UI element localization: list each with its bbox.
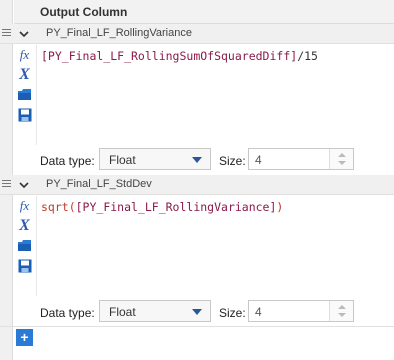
open-folder-icon[interactable] (16, 86, 33, 103)
field-name: PY_Final_LF_RollingVariance (46, 27, 192, 39)
field-row-rolling-variance[interactable]: PY_Final_LF_RollingVariance (0, 24, 394, 44)
dropdown-arrow-icon (192, 309, 202, 315)
header-title: Output Column (40, 5, 128, 19)
data-type-select[interactable]: Float (99, 148, 211, 170)
dropdown-arrow-icon (192, 157, 202, 163)
size-label: Size: (219, 154, 246, 168)
size-spinner[interactable] (329, 149, 353, 169)
function-icon[interactable]: fx (16, 197, 33, 214)
chevron-down-icon[interactable] (18, 179, 30, 191)
size-input[interactable]: 4 (248, 300, 354, 322)
expression-text[interactable]: [PY_Final_LF_RollingSumOfSquaredDiff]/15 (41, 49, 318, 63)
data-type-label: Data type: (40, 306, 95, 320)
field-name: PY_Final_LF_StdDev (46, 178, 152, 190)
function-icon[interactable]: fx (16, 46, 33, 63)
data-type-row: Data type: Float Size: 4 (36, 147, 394, 173)
drag-handle-icon[interactable] (2, 29, 11, 39)
size-spinner[interactable] (329, 301, 353, 321)
size-input[interactable]: 4 (248, 148, 354, 170)
chevron-down-icon[interactable] (18, 28, 30, 40)
save-icon[interactable] (16, 257, 33, 274)
save-icon[interactable] (16, 106, 33, 123)
expression-editor[interactable]: [PY_Final_LF_RollingSumOfSquaredDiff]/15 (36, 45, 394, 145)
drag-handle-icon[interactable] (2, 180, 11, 190)
add-field-button[interactable]: + (16, 329, 33, 346)
field-row-std-dev[interactable]: PY_Final_LF_StdDev (0, 175, 394, 195)
output-column-header: Output Column (14, 0, 394, 24)
expression-editor[interactable]: sqrt([PY_Final_LF_RollingVariance]) (36, 196, 394, 296)
data-type-label: Data type: (40, 154, 95, 168)
variable-icon[interactable]: X (16, 217, 33, 234)
divider (0, 326, 394, 327)
data-type-select[interactable]: Float (99, 300, 211, 322)
expression-text[interactable]: sqrt([PY_Final_LF_RollingVariance]) (41, 200, 283, 214)
data-type-row: Data type: Float Size: 4 (36, 299, 394, 325)
size-label: Size: (219, 306, 246, 320)
open-folder-icon[interactable] (16, 237, 33, 254)
variable-icon[interactable]: X (16, 66, 33, 83)
